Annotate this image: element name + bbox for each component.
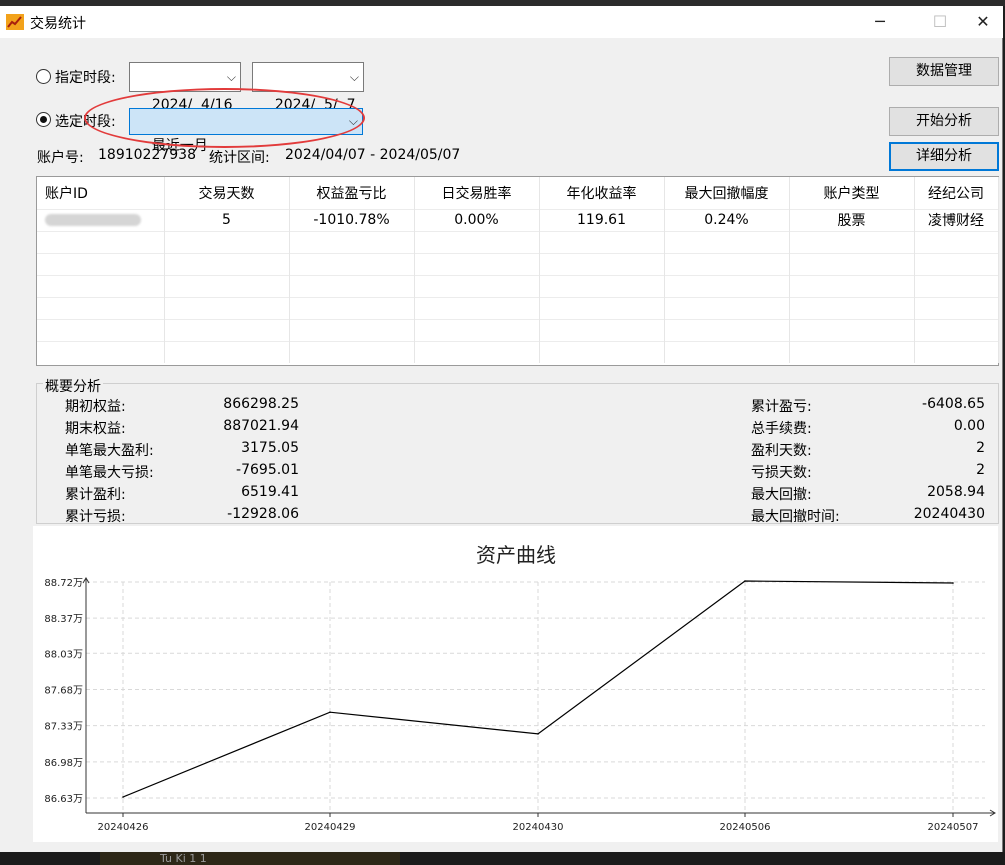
summary-value: 3175.05 (241, 440, 299, 456)
specified-period-label: 指定时段: (55, 70, 116, 86)
summary-label: 单笔最大盈利: (65, 443, 154, 459)
y-tick-label: 87.33万 (44, 722, 83, 733)
y-tick-label: 86.98万 (44, 758, 83, 769)
data-point (122, 796, 124, 798)
asset-curve-chart: 资产曲线 88.72万 88.37万 88.03万 87.68万 87.33万 86.98… (33, 526, 998, 842)
data-point (952, 582, 954, 584)
summary-value: 866298.25 (223, 396, 299, 412)
specified-period-radio[interactable] (36, 69, 51, 84)
data-point (329, 711, 331, 713)
summary-value: -12928.06 (227, 506, 299, 522)
end-date-picker[interactable]: 2024/ 5/ 7 ⌵ (252, 62, 364, 113)
chevron-down-icon: ⌵ (349, 70, 359, 84)
column-header[interactable]: 经纪公司 (914, 177, 999, 209)
table-cell: 0.00% (414, 208, 540, 231)
y-tick-label: 86.63万 (44, 794, 83, 805)
table-row-empty (37, 274, 999, 297)
highlight-annotation-ellipse (84, 88, 365, 148)
table-cell: 0.24% (664, 208, 790, 231)
table-cell: -1010.78% (289, 208, 415, 231)
x-tick-label: 20240507 (928, 822, 979, 833)
statistics-range: 2024/04/07 - 2024/05/07 (285, 147, 461, 163)
minimize-button[interactable]: ─ (857, 8, 903, 36)
summary-group: 概要分析 期初权益: 866298.25 期末权益: 887021.94 单笔最… (36, 376, 999, 525)
summary-label: 期初权益: (65, 399, 126, 415)
chart-title: 资产曲线 (476, 543, 556, 567)
results-table: 账户ID 交易天数 权益盈亏比 日交易胜率 年化收益率 最大回撤幅度 账户类型 … (36, 176, 999, 366)
chevron-down-icon: ⌵ (226, 70, 236, 84)
data-point (537, 733, 539, 735)
column-header[interactable]: 最大回撤幅度 (664, 177, 790, 209)
summary-label: 单笔最大亏损: (65, 465, 154, 481)
table-row-empty (37, 318, 999, 341)
maximize-button[interactable]: ☐ (917, 8, 963, 36)
column-header[interactable]: 账户ID (37, 177, 165, 209)
summary-label: 累计亏损: (65, 509, 126, 525)
table-cell: 5 (164, 208, 290, 231)
column-header[interactable]: 日交易胜率 (414, 177, 540, 209)
table-row-empty (37, 230, 999, 253)
x-tick-label: 20240506 (720, 822, 771, 833)
taskbar-shade (100, 852, 400, 865)
summary-label: 最大回撤时间: (751, 509, 840, 525)
data-management-button[interactable]: 数据管理 (889, 57, 999, 86)
summary-value: 2058.94 (927, 484, 985, 500)
x-tick-label: 20240429 (305, 822, 356, 833)
summary-label: 盈利天数: (751, 443, 812, 459)
summary-value: -6408.65 (922, 396, 985, 412)
detail-analysis-button[interactable]: 详细分析 (889, 142, 999, 171)
chart-app-icon (6, 14, 24, 30)
table-row-empty (37, 252, 999, 275)
table-cell: 119.61 (539, 208, 665, 231)
start-analysis-button[interactable]: 开始分析 (889, 107, 999, 136)
trade-statistics-window: 交易统计 ─ ☐ ✕ 指定时段: 2024/ 4/16 ⌵ 2024/ 5/ 7… (0, 6, 1003, 852)
asset-curve-svg: 资产曲线 88.72万 88.37万 88.03万 87.68万 87.33万 86.98… (44, 543, 996, 833)
y-tick-label: 87.68万 (44, 685, 83, 696)
close-button[interactable]: ✕ (960, 8, 1005, 36)
x-tick-label: 20240430 (513, 822, 564, 833)
column-header[interactable]: 交易天数 (164, 177, 290, 209)
taskbar-partial-text: Tu Ki 1 1 (160, 852, 207, 865)
redacted-account-id (45, 214, 141, 226)
summary-value: 6519.41 (241, 484, 299, 500)
table-cell: 凌博财经 (914, 208, 999, 231)
summary-value: 2 (976, 462, 985, 478)
table-row-empty (37, 340, 999, 363)
table-row[interactable]: 5 -1010.78% 0.00% 119.61 0.24% 股票 凌博财经 (37, 208, 999, 231)
account-label: 账户号: (37, 150, 84, 166)
table-row-empty (37, 296, 999, 319)
summary-title: 概要分析 (43, 376, 103, 396)
range-label: 统计区间: (209, 150, 270, 166)
y-tick-label: 88.72万 (44, 578, 83, 589)
column-header[interactable]: 账户类型 (789, 177, 915, 209)
title-bar: 交易统计 ─ ☐ ✕ (0, 6, 1003, 38)
desktop-bottom-strip: Tu Ki 1 1 (0, 852, 1005, 865)
y-tick-label: 88.03万 (44, 649, 83, 660)
table-cell: 股票 (789, 208, 915, 231)
window-title: 交易统计 (30, 16, 86, 32)
summary-value: 0.00 (953, 418, 985, 434)
summary-label: 累计盈亏: (751, 399, 812, 415)
summary-label: 最大回撤: (751, 487, 812, 503)
x-tick-label: 20240426 (98, 822, 149, 833)
column-header[interactable]: 权益盈亏比 (289, 177, 415, 209)
account-id-cell (37, 208, 165, 231)
summary-value: 887021.94 (223, 418, 299, 434)
summary-label: 期末权益: (65, 421, 126, 437)
data-point (744, 580, 746, 582)
summary-label: 总手续费: (751, 421, 812, 437)
account-number: 18910227938 (98, 147, 196, 163)
table-header-row: 账户ID 交易天数 权益盈亏比 日交易胜率 年化收益率 最大回撤幅度 账户类型 … (37, 177, 999, 209)
summary-label: 累计盈利: (65, 487, 126, 503)
summary-value: 2 (976, 440, 985, 456)
summary-value: -7695.01 (236, 462, 299, 478)
summary-label: 亏损天数: (751, 465, 812, 481)
y-tick-label: 88.37万 (44, 614, 83, 625)
preset-period-radio[interactable] (36, 112, 51, 127)
summary-value: 20240430 (913, 506, 985, 522)
column-header[interactable]: 年化收益率 (539, 177, 665, 209)
